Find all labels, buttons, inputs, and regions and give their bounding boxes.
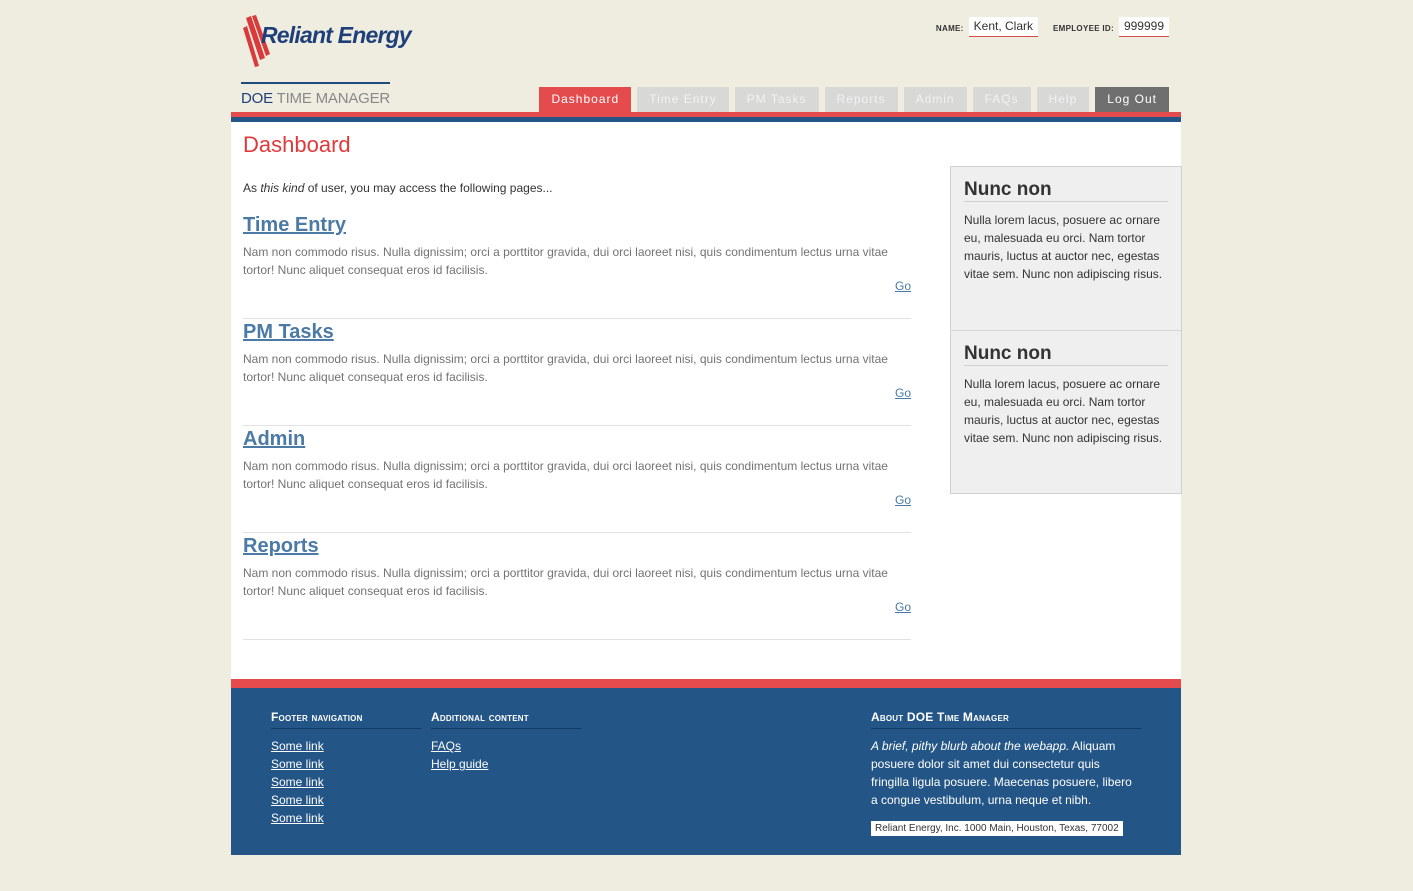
intro-emphasis: this kind [260,181,305,195]
tab-dashboard[interactable]: Dashboard [539,87,632,112]
section-description: Nam non commodo risus. Nulla dignissim; … [243,352,888,384]
section-title-link[interactable]: Reports [243,535,319,558]
section-description: Nam non commodo risus. Nulla dignissim; … [243,566,888,598]
section-description: Nam non commodo risus. Nulla dignissim; … [243,245,888,277]
sidebar-box-title: Nunc non [964,179,1168,202]
employee-id-value: 999999 [1118,17,1169,37]
section-reports: Reports Nam non commodo risus. Nulla dig… [243,533,911,640]
app-name-secondary: TIME MANAGER [276,90,391,107]
section-title-link[interactable]: Time Entry [243,214,346,237]
footer: Footer navigation Some link Some link So… [231,688,1181,855]
footer-additional-column: Additional content FAQs Help guide [431,710,581,773]
sidebar-box-title: Nunc non [964,343,1168,366]
footer-divider-red [231,679,1181,688]
footer-help-guide-link[interactable]: Help guide [431,755,581,773]
tab-reports[interactable]: Reports [824,87,898,112]
tab-pm-tasks[interactable]: PM Tasks [734,87,819,112]
footer-nav-column: Footer navigation Some link Some link So… [271,710,421,827]
logout-button[interactable]: Log Out [1095,87,1169,112]
app-name-primary: DOE [241,90,273,107]
sidebar-box: Nunc non Nulla lorem lacus, posuere ac o… [951,330,1181,493]
tab-admin[interactable]: Admin [903,87,967,112]
app-name: DOE TIME MANAGER [241,82,390,107]
employee-id-label: EMPLOYEE ID: [1053,24,1114,33]
name-value: Kent, Clark [968,17,1038,37]
section-list: Time Entry Nam non commodo risus. Nulla … [243,212,911,640]
intro-text: As this kind of user, you may access the… [243,181,553,195]
header: Reliant Energy DOE TIME MANAGER NAME: Ke… [231,0,1181,112]
tab-time-entry[interactable]: Time Entry [637,87,729,112]
footer-additional-heading: Additional content [431,710,581,729]
footer-link[interactable]: Some link [271,791,421,809]
footer-about-text: A brief, pithy blurb about the webapp. A… [871,737,1141,809]
footer-link[interactable]: Some link [271,809,421,827]
sidebar-box-text: Nulla lorem lacus, posuere ac ornare eu,… [964,213,1163,281]
company-address: Reliant Energy, Inc. 1000 Main, Houston,… [871,821,1123,836]
go-link[interactable]: Go [895,493,911,507]
section-pm-tasks: PM Tasks Nam non commodo risus. Nulla di… [243,319,911,426]
footer-link[interactable]: Some link [271,773,421,791]
footer-link[interactable]: Some link [271,755,421,773]
section-admin: Admin Nam non commodo risus. Nulla digni… [243,426,911,533]
go-link[interactable]: Go [895,279,911,293]
main-nav: Dashboard Time Entry PM Tasks Reports Ad… [539,87,1169,112]
section-title-link[interactable]: Admin [243,428,305,451]
footer-link[interactable]: Some link [271,737,421,755]
footer-faqs-link[interactable]: FAQs [431,737,581,755]
tab-help[interactable]: Help [1036,87,1090,112]
main-content: Dashboard As this kind of user, you may … [231,122,1182,679]
section-time-entry: Time Entry Nam non commodo risus. Nulla … [243,212,911,319]
intro-prefix: As [243,181,261,195]
footer-about-column: About DOE Time Manager A brief, pithy bl… [871,710,1141,836]
go-link[interactable]: Go [895,386,911,400]
section-title-link[interactable]: PM Tasks [243,321,334,344]
name-label: NAME: [935,24,964,33]
sidebar-box: Nunc non Nulla lorem lacus, posuere ac o… [951,167,1181,330]
tab-faqs[interactable]: FAQs [972,87,1031,112]
sidebar-box-text: Nulla lorem lacus, posuere ac ornare eu,… [964,377,1163,445]
go-link[interactable]: Go [895,600,911,614]
user-info: NAME: Kent, Clark EMPLOYEE ID: 999999 [936,17,1169,37]
logo[interactable]: Reliant Energy [243,14,412,68]
sidebar: Nunc non Nulla lorem lacus, posuere ac o… [950,166,1182,494]
page-wrapper: Reliant Energy DOE TIME MANAGER NAME: Ke… [231,0,1182,855]
page-title: Dashboard [243,132,351,157]
footer-about-emphasis: A brief, pithy blurb about the webapp. [871,739,1070,753]
footer-nav-heading: Footer navigation [271,710,421,729]
section-description: Nam non commodo risus. Nulla dignissim; … [243,459,888,491]
logo-text: Reliant Energy [261,22,412,48]
footer-about-heading: About DOE Time Manager [871,710,1141,729]
intro-suffix: of user, you may access the following pa… [304,181,553,195]
